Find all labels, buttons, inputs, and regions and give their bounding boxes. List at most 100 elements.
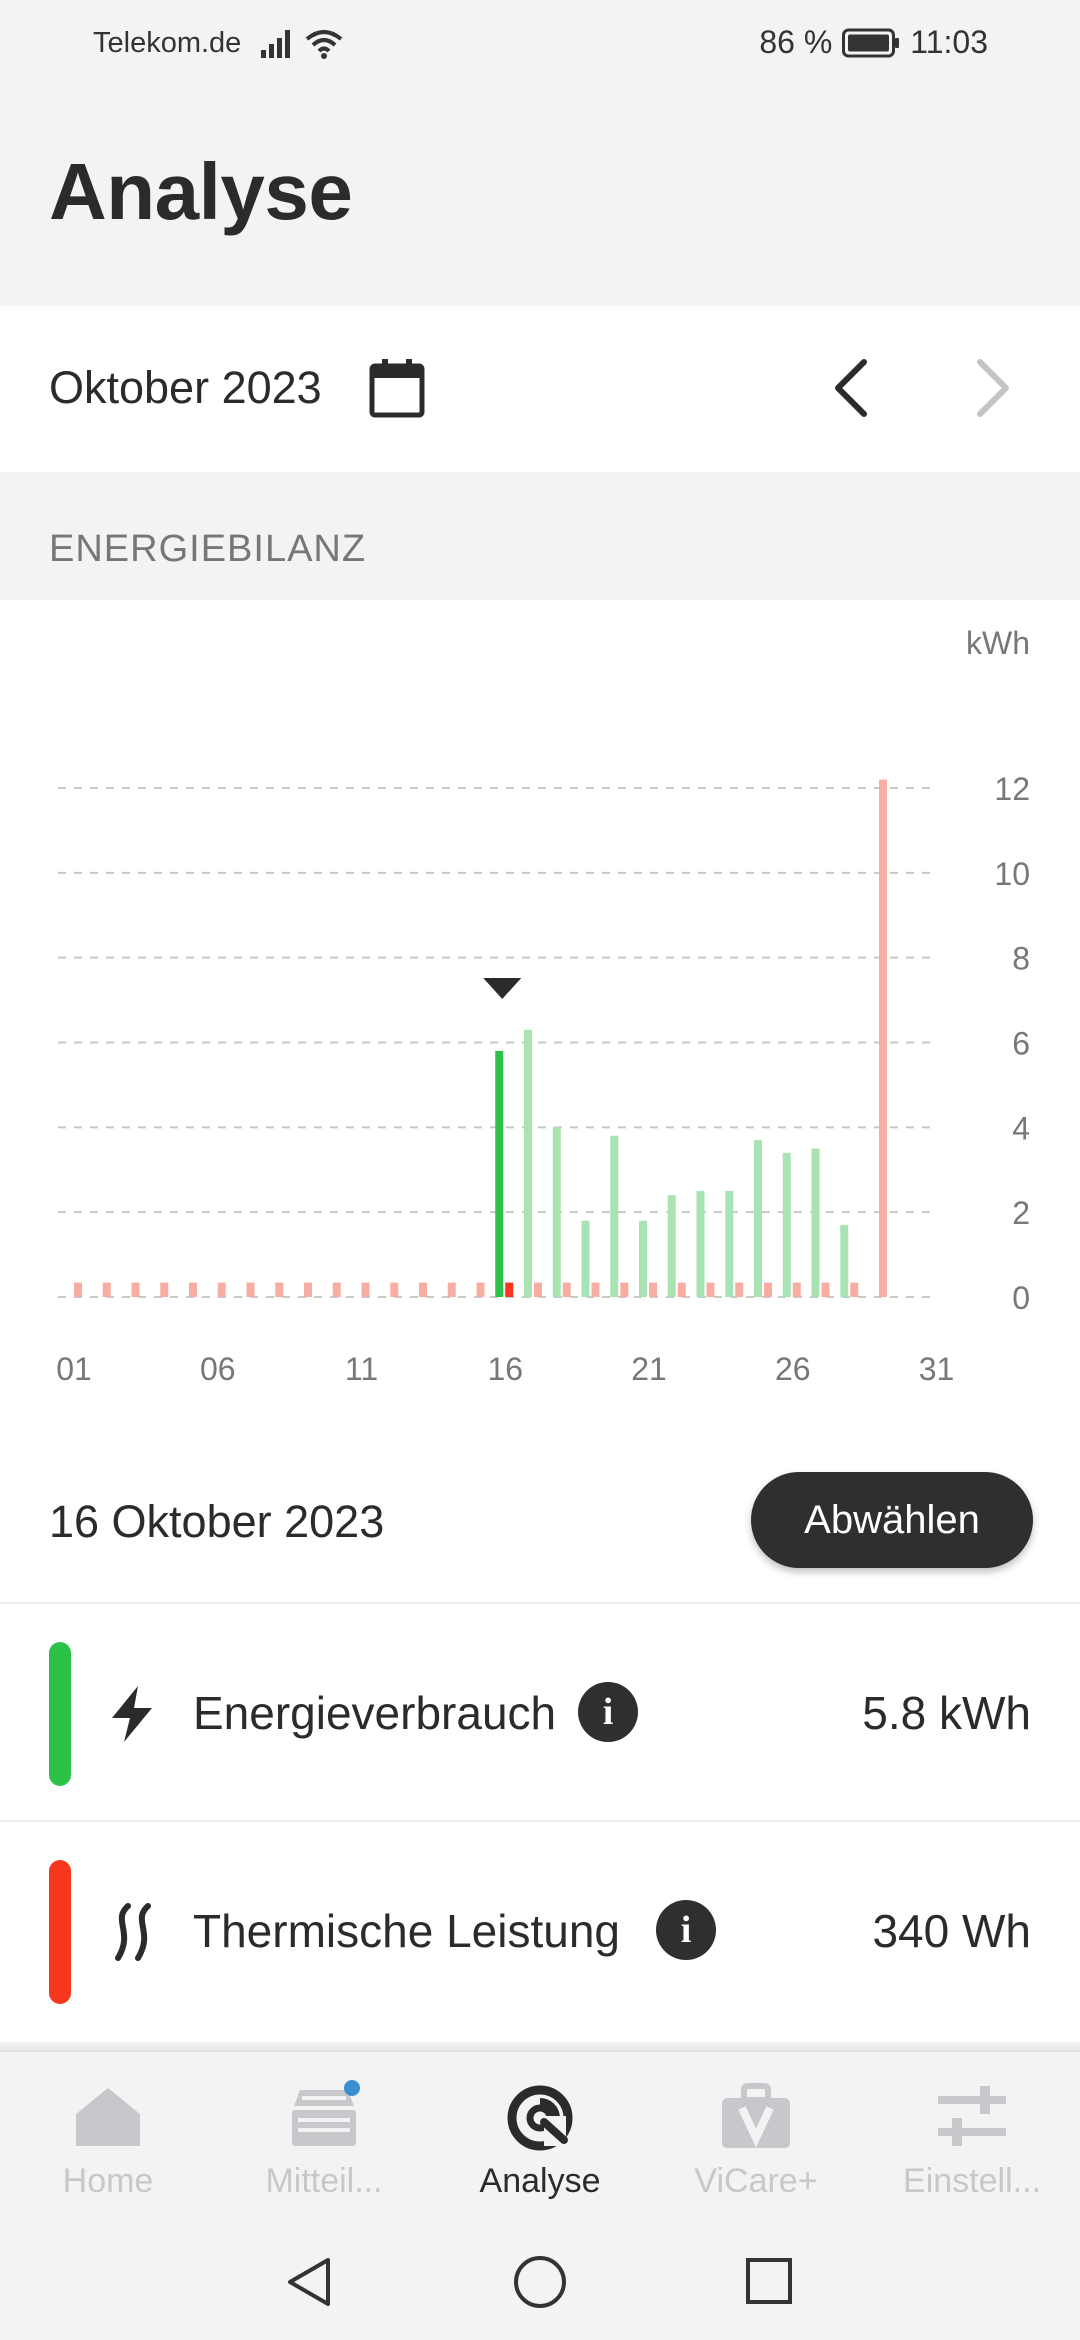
- x-tick-label: 01: [56, 1351, 92, 1387]
- status-bar: Telekom.de 86 % 11:03: [0, 0, 1080, 84]
- thermal-bar: [562, 1282, 571, 1297]
- tab-label: Mitteil...: [265, 2162, 383, 2200]
- energy-bar: [667, 1195, 676, 1297]
- recents-icon[interactable]: [744, 2256, 794, 2306]
- thermal-bar: [879, 779, 887, 1297]
- thermal-bar: [476, 1282, 485, 1297]
- y-tick-label: 8: [1012, 941, 1030, 977]
- x-tick-label: 26: [775, 1351, 811, 1387]
- tab-label: Einstell...: [903, 2162, 1041, 2200]
- y-tick-label: 6: [1012, 1026, 1030, 1062]
- period-selector: Oktober 2023: [0, 306, 1080, 472]
- energy-color-indicator: [49, 1642, 71, 1786]
- energy-bar-chart[interactable]: kWh 0 2 4 6 8 10 12 01 06 11 16 21 26 31: [0, 600, 1080, 1458]
- info-icon[interactable]: i: [656, 1900, 716, 1960]
- messages-icon: [292, 2080, 360, 2146]
- period-label: Oktober 2023: [49, 362, 322, 413]
- tab-messages[interactable]: Mitteil...: [224, 2080, 424, 2210]
- tab-settings[interactable]: Einstell...: [872, 2080, 1072, 2210]
- metric-label: Thermische Leistung: [193, 1905, 620, 1957]
- thermal-color-indicator: [49, 1860, 71, 2004]
- energy-bar: [782, 1152, 791, 1297]
- tab-label: ViCare+: [694, 2162, 818, 2200]
- energy-bar: [581, 1220, 590, 1297]
- thermal-bar: [706, 1282, 715, 1297]
- heat-waves-icon: [115, 1903, 151, 1961]
- bottom-tab-bar: Home Mitteil... Analyse ViCare+ Einstell…: [0, 2050, 1080, 2214]
- system-navigation-bar: [0, 2214, 1080, 2340]
- thermal-bar: [821, 1282, 830, 1297]
- energy-bar: [811, 1148, 820, 1297]
- thermal-bar: [390, 1282, 399, 1297]
- signal-icon: [261, 29, 291, 58]
- thermal-bar: [217, 1282, 226, 1297]
- thermal-bar: [534, 1282, 542, 1297]
- energy-bar: [840, 1224, 849, 1297]
- wifi-icon: [306, 29, 343, 59]
- tab-analysis[interactable]: Analyse: [440, 2080, 640, 2210]
- calendar-icon[interactable]: [369, 358, 425, 418]
- x-tick-label: 21: [631, 1351, 667, 1387]
- vicare-bag-icon: [722, 2083, 790, 2148]
- selected-day-row: 16 Oktober 2023 Abwählen: [0, 1458, 1080, 1604]
- x-tick-label: 11: [345, 1351, 378, 1387]
- back-icon[interactable]: [284, 2256, 334, 2308]
- x-tick-label: 31: [919, 1351, 955, 1387]
- metric-row-energy: Energieverbrauch i 5.8 kWh: [0, 1604, 1080, 1822]
- energy-bar: [725, 1190, 734, 1297]
- thermal-bar: [275, 1282, 284, 1297]
- tab-home[interactable]: Home: [8, 2080, 208, 2210]
- deselect-button[interactable]: Abwählen: [751, 1472, 1033, 1568]
- energy-bar: [754, 1140, 762, 1297]
- thermal-bar: [764, 1282, 772, 1297]
- page-title: Analyse: [49, 147, 353, 236]
- thermal-bar: [419, 1282, 427, 1297]
- thermal-bar: [735, 1282, 744, 1297]
- metric-value: 340 Wh: [872, 1905, 1031, 1957]
- info-icon[interactable]: i: [578, 1682, 638, 1742]
- metric-row-thermal: Thermische Leistung i 340 Wh: [0, 1822, 1080, 2042]
- thermal-bar: [677, 1282, 686, 1297]
- energy-chart[interactable]: kWh 0 2 4 6 8 10 12 01 06 11 16 21 26 31: [0, 600, 1080, 1458]
- y-axis-unit: kWh: [966, 625, 1030, 661]
- energy-bar: [610, 1135, 619, 1297]
- energy-bar: [552, 1127, 561, 1297]
- thermal-bar: [447, 1282, 456, 1297]
- tab-label: Analyse: [479, 2162, 601, 2200]
- thermal-bar: [131, 1282, 140, 1297]
- y-tick-label: 2: [1012, 1195, 1030, 1231]
- thermal-bar: [591, 1282, 600, 1297]
- thermal-bar: [792, 1282, 801, 1297]
- thermal-bar: [620, 1282, 629, 1297]
- lightning-icon: [112, 1686, 152, 1742]
- analysis-icon: [507, 2085, 573, 2151]
- energy-bar: [524, 1029, 532, 1297]
- previous-month-button[interactable]: [828, 358, 872, 418]
- y-tick-label: 0: [1012, 1280, 1030, 1316]
- y-tick-label: 10: [994, 856, 1030, 892]
- thermal-bar: [246, 1282, 255, 1297]
- battery-icon: [842, 28, 900, 57]
- energy-bar: [495, 1050, 504, 1297]
- sliders-icon: [938, 2086, 1006, 2146]
- carrier-name: Telekom.de: [93, 27, 242, 59]
- metric-value: 5.8 kWh: [862, 1687, 1031, 1739]
- tab-vicare-plus[interactable]: ViCare+: [656, 2080, 856, 2210]
- y-tick-label: 12: [994, 771, 1030, 807]
- section-header: ENERGIEBILANZ: [0, 472, 1080, 600]
- selected-date: 16 Oktober 2023: [49, 1496, 385, 1547]
- thermal-bar: [505, 1282, 514, 1297]
- thermal-bar: [189, 1282, 197, 1297]
- x-tick-label: 06: [200, 1351, 236, 1387]
- home-circle-icon[interactable]: [512, 2254, 568, 2310]
- thermal-bar: [304, 1282, 312, 1297]
- energy-bar: [696, 1190, 705, 1297]
- thermal-bar: [361, 1282, 370, 1297]
- thermal-bar: [649, 1282, 657, 1297]
- section-title: ENERGIEBILANZ: [49, 528, 367, 570]
- next-month-button[interactable]: [972, 358, 1016, 418]
- metric-label: Energieverbrauch: [193, 1687, 557, 1739]
- selected-day-marker: [483, 978, 522, 999]
- energy-bar: [639, 1220, 647, 1297]
- header: Analyse: [0, 84, 1080, 306]
